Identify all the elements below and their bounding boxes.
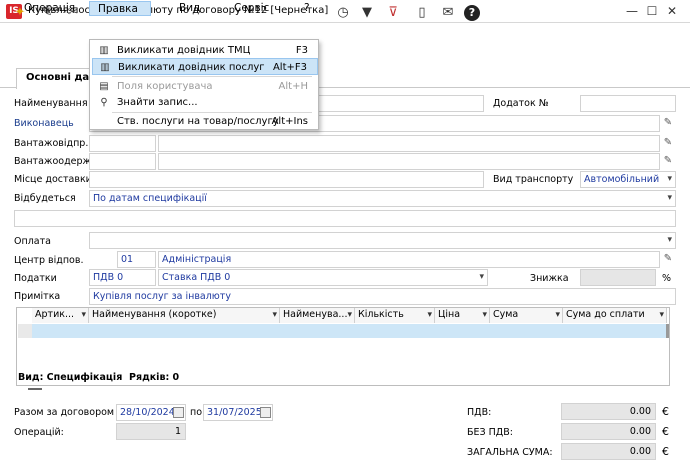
rows-count-label: Рядків: 0 [129,372,180,383]
column-article[interactable]: Артик... [32,308,89,323]
table-row[interactable] [18,324,668,338]
calendar-from-icon[interactable] [173,407,184,418]
menu-user-fields[interactable]: ▤ Поля користувача Alt+H [92,78,318,95]
new-record-icon[interactable]: ✦ [10,3,30,23]
center-name-field[interactable]: Адміністрація [158,251,660,268]
transport-select[interactable]: Автомобільний [580,171,676,188]
maximize-icon[interactable]: ☐ [644,4,660,18]
edit-menu-dropdown: ▥ Викликати довідник ТМЦ F3 ▥ Викликати … [89,39,319,130]
help-icon[interactable]: ? [464,5,480,21]
column-sum-to-pay[interactable]: Сума до сплати [563,308,667,323]
payment-label: Оплата [14,236,51,247]
menu-find-record[interactable]: ⚲ Знайти запис... [92,94,318,111]
mail-icon[interactable]: ✉ [438,3,458,23]
total-currency: € [662,445,669,458]
taxes-label: Податки [14,273,57,284]
vat-label: ПДВ: [467,407,492,418]
note-label: Примітка [14,291,61,302]
filter-icon[interactable]: ▼ [357,3,377,23]
consignee-name-field[interactable] [158,153,660,170]
user-fields-icon: ▤ [99,81,109,92]
discount-label: Знижка [530,273,569,284]
book-icon: ▥ [100,62,110,73]
column-sum[interactable]: Сума [490,308,563,323]
occurs-select[interactable]: По датам специфікації [89,190,676,207]
novat-label: БЕЗ ПДВ: [467,427,513,438]
menu-create-service[interactable]: Ств. послуги на товар/послугу Alt+Ins [92,113,318,130]
name-label: Найменування [14,98,88,109]
delivery-place-field[interactable] [89,171,484,188]
center-edit-icon[interactable]: ✎ [662,253,674,264]
document-icon[interactable]: ▯ [412,3,432,23]
table-scrollbar[interactable] [666,324,669,338]
book-icon: ▥ [99,45,109,56]
shipper-edit-icon[interactable]: ✎ [662,137,674,148]
menu-help[interactable]: ? [296,1,318,16]
payment-select[interactable] [89,232,676,249]
vat-currency: € [662,405,669,418]
row-indicator [18,324,32,338]
vat-value: 0.00 [561,403,656,420]
consignee-edit-icon[interactable]: ✎ [662,155,674,166]
contract-total-label: Разом за договором з [14,407,123,418]
clear-filter-icon[interactable]: ⊽ [383,3,403,23]
delete-record-icon[interactable]: ✂ [63,3,83,23]
column-price[interactable]: Ціна [435,308,490,323]
column-quantity[interactable]: Кількість [355,308,435,323]
shipper-name-field[interactable] [158,135,660,152]
center-label: Центр відпов. [14,255,84,266]
addendum-label: Додаток № [493,98,549,109]
menu-separator [112,76,312,77]
addendum-field[interactable] [580,95,676,112]
close-icon[interactable]: ✕ [664,4,680,18]
discount-field[interactable] [580,269,656,286]
tax-rate-select[interactable]: Ставка ПДВ 0 [158,269,488,286]
tax-code-field[interactable]: ПДВ 0 [89,269,156,286]
novat-value: 0.00 [561,423,656,440]
consignee-code-field[interactable] [89,153,156,170]
total-label: ЗАГАЛЬНА СУМА: [467,447,553,458]
specification-table[interactable]: Артик... Найменування (коротке) Найменув… [16,307,670,386]
executor-edit-icon[interactable]: ✎ [662,117,674,128]
center-code-field[interactable]: 01 [117,251,156,268]
calendar-to-icon[interactable] [260,407,271,418]
note-field[interactable]: Купівля послуг за інвалюту [89,288,676,305]
executor-label: Виконавець [14,118,74,129]
shipper-label: Вантажовідпр. [14,138,89,149]
delivery-place-label: Місце доставки [14,174,92,185]
column-name[interactable]: Найменува... [280,308,355,323]
shipper-code-field[interactable] [89,135,156,152]
menu-service[interactable]: Сервіс [226,1,277,16]
occurs-details-field[interactable] [14,210,676,227]
novat-currency: € [662,425,669,438]
view-label: Вид: Специфікація [18,372,123,383]
menu-call-services-directory[interactable]: ▥ Викликати довідник послуг Alt+F3 [92,58,318,75]
operations-count: 1 [116,423,186,440]
column-short-name[interactable]: Найменування (коротке) [89,308,280,323]
operations-label: Операцій: [14,427,64,438]
minimize-icon[interactable]: — [624,4,640,18]
search-icon: ⚲ [100,97,108,108]
menu-view[interactable]: Вид [171,1,208,16]
splitter-handle[interactable] [28,388,42,390]
to-label: по [190,407,203,418]
consignee-label: Вантажоодерж. [14,156,95,167]
transport-label: Вид транспорту [493,174,574,185]
clock-icon[interactable]: ◷ [333,3,353,23]
menu-edit[interactable]: Правка [89,1,151,16]
edit-record-icon[interactable]: ✎ [37,3,57,23]
percent-label: % [662,273,672,284]
menu-bar [0,23,690,39]
tab-main-data[interactable]: Основні дані [16,68,90,89]
menu-call-goods-directory[interactable]: ▥ Викликати довідник ТМЦ F3 [92,42,318,59]
total-value: 0.00 [561,443,656,460]
occurs-label: Відбудеться [14,193,76,204]
